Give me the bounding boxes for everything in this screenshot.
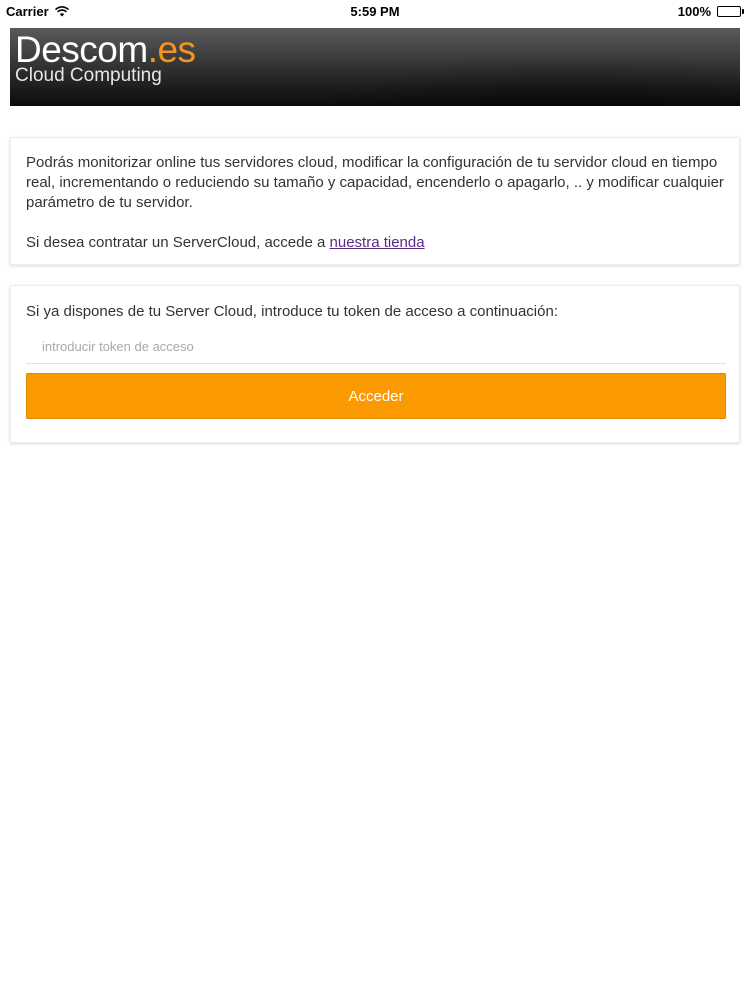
brand-tld: .es — [147, 29, 196, 70]
contract-prefix: Si desea contratar un ServerCloud, acced… — [26, 234, 330, 251]
wifi-icon — [54, 5, 69, 16]
brand-tagline: Cloud Computing — [15, 65, 162, 86]
info-description: Podrás monitorizar online tus servidores… — [26, 154, 724, 211]
brand-name: Descom — [15, 29, 148, 70]
status-time: 5:59 PM — [350, 3, 400, 19]
header-banner: Descom.es Cloud Computing — [10, 28, 740, 106]
carrier-label: Carrier — [6, 3, 49, 19]
info-card: Podrás monitorizar online tus servidores… — [10, 137, 740, 265]
battery-percentage: 100% — [677, 3, 711, 19]
token-instructions: Si ya dispones de tu Server Cloud, intro… — [26, 303, 558, 320]
brand-logo: Descom.es — [15, 30, 196, 70]
access-card: Si ya dispones de tu Server Cloud, intro… — [10, 285, 740, 443]
contract-line: Si desea contratar un ServerCloud, acced… — [26, 233, 724, 253]
status-bar: Carrier 5:59 PM 100% — [0, 0, 750, 22]
token-input[interactable] — [26, 330, 726, 364]
status-left: Carrier — [6, 4, 69, 19]
status-right: 100% — [678, 4, 744, 19]
store-link[interactable]: nuestra tienda — [330, 234, 425, 251]
access-button[interactable]: Acceder — [26, 373, 726, 419]
battery-icon — [717, 5, 744, 17]
